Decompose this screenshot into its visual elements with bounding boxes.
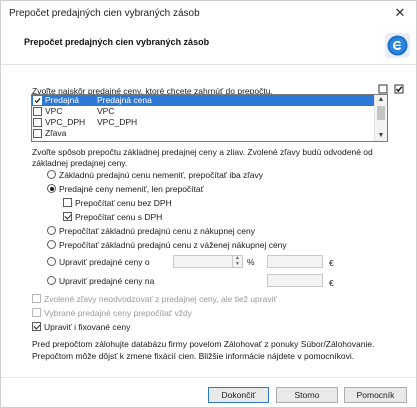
select-none-icon[interactable] bbox=[378, 84, 388, 94]
checkbox-indicator[interactable] bbox=[32, 308, 41, 317]
dialog-header: Prepočet predajných cien vybraných zásob bbox=[1, 25, 416, 65]
scroll-up-icon[interactable]: ▲ bbox=[375, 95, 387, 105]
checkbox-label: Upraviť i fixované ceny bbox=[44, 322, 131, 332]
radio-label: Prepočítať základnú predajnú cenu z náku… bbox=[59, 226, 255, 236]
row-code: VPC bbox=[45, 106, 63, 116]
row-code: VPC_DPH bbox=[45, 117, 86, 127]
radio-indicator[interactable] bbox=[47, 170, 56, 179]
info-line-backup: Pred prepočtom zálohujte databázu firmy … bbox=[32, 339, 375, 349]
checkbox-indicator[interactable] bbox=[32, 294, 41, 303]
scroll-down-icon[interactable]: ▼ bbox=[375, 131, 387, 141]
help-button[interactable]: Pomocník bbox=[344, 387, 407, 403]
radio-indicator[interactable] bbox=[47, 184, 56, 193]
check-recalc-with-vat[interactable]: Prepočítať cenu s DPH bbox=[63, 212, 162, 223]
checkbox-label: Vybrané predajné ceny prepočítať vždy bbox=[44, 308, 192, 318]
radio-adjust-to[interactable]: Upraviť predajné ceny na bbox=[47, 276, 154, 287]
radio-indicator[interactable] bbox=[47, 276, 56, 285]
check-recalc-without-vat[interactable]: Prepočítať cenu bez DPH bbox=[63, 198, 172, 209]
adjust-amount-input[interactable] bbox=[267, 255, 323, 268]
spin-arrows-icon[interactable]: ▲ ▼ bbox=[232, 255, 242, 268]
method-description: Zvoľte spôsob prepočtu základnej predajn… bbox=[32, 147, 373, 168]
row-checkbox[interactable] bbox=[33, 118, 42, 127]
row-name: Predajná cena bbox=[97, 95, 152, 105]
price-list[interactable]: Predajná Predajná cena VPC VPC VPC_DPH V… bbox=[31, 94, 388, 142]
check-adjust-discounts[interactable]: Zvolené zľavy neodvodzovať z predajnej c… bbox=[32, 294, 277, 305]
footer-divider bbox=[1, 377, 416, 378]
currency-unit: € bbox=[329, 278, 334, 288]
cancel-button[interactable]: Storno bbox=[276, 387, 338, 403]
currency-unit: € bbox=[329, 258, 334, 268]
radio-label: Upraviť predajné ceny o bbox=[59, 257, 150, 267]
row-checkbox[interactable] bbox=[33, 107, 42, 116]
checkbox-label: Zvolené zľavy neodvodzovať z predajnej c… bbox=[44, 294, 277, 304]
radio-indicator[interactable] bbox=[47, 240, 56, 249]
percent-unit: % bbox=[247, 257, 255, 267]
radio-label: Prepočítať základnú predajnú cenu z váže… bbox=[59, 240, 287, 250]
title-bar: Prepočet predajných cien vybraných zásob… bbox=[1, 1, 416, 25]
logo-icon bbox=[385, 33, 410, 58]
radio-label: Základnú predajnú cenu nemeniť, prepočít… bbox=[59, 170, 264, 180]
radio-label: Upraviť predajné ceny na bbox=[59, 276, 155, 286]
check-adjust-fixed[interactable]: Upraviť i fixované ceny bbox=[32, 322, 130, 333]
dialog-window: Prepočet predajných cien vybraných zásob… bbox=[0, 0, 417, 408]
radio-from-weighted-price[interactable]: Prepočítať základnú predajnú cenu z váže… bbox=[47, 240, 287, 251]
radio-indicator[interactable] bbox=[47, 257, 56, 266]
radio-label: Predajné ceny nemeniť, len prepočítať bbox=[59, 184, 204, 194]
info-line-fixation: Prepočtom môže dôjsť k zmene fixácií cie… bbox=[32, 351, 355, 361]
row-code: Predajná bbox=[45, 95, 80, 105]
header-title: Prepočet predajných cien vybraných zásob bbox=[24, 37, 210, 47]
checkbox-indicator[interactable] bbox=[32, 322, 41, 331]
list-scrollbar[interactable]: ▲ ▼ bbox=[374, 95, 387, 141]
radio-adjust-by[interactable]: Upraviť predajné ceny o bbox=[47, 257, 150, 268]
finish-button[interactable]: Dokončiť bbox=[208, 387, 269, 403]
radio-indicator[interactable] bbox=[47, 226, 56, 235]
select-all-icon[interactable] bbox=[394, 84, 404, 94]
list-item[interactable]: Predajná Predajná cena bbox=[32, 95, 374, 106]
radio-keep-base-price[interactable]: Základnú predajnú cenu nemeniť, prepočít… bbox=[47, 170, 263, 181]
checkbox-indicator[interactable] bbox=[63, 212, 72, 221]
adjust-to-input[interactable] bbox=[267, 274, 323, 287]
list-item[interactable]: Zľava bbox=[32, 128, 374, 139]
check-recalc-always[interactable]: Vybrané predajné ceny prepočítať vždy bbox=[32, 308, 192, 319]
adjust-percent-input[interactable]: ▲ ▼ bbox=[173, 255, 243, 268]
row-checkbox[interactable] bbox=[33, 129, 42, 138]
radio-keep-prices[interactable]: Predajné ceny nemeniť, len prepočítať bbox=[47, 184, 204, 195]
list-item[interactable]: VPC_DPH VPC_DPH bbox=[32, 117, 374, 128]
row-name: VPC bbox=[97, 106, 115, 116]
row-checkbox[interactable] bbox=[33, 96, 42, 105]
selection-icons bbox=[374, 83, 404, 94]
checkbox-label: Prepočítať cenu bez DPH bbox=[75, 198, 172, 208]
window-title: Prepočet predajných cien vybraných zásob bbox=[9, 8, 200, 19]
row-name: VPC_DPH bbox=[97, 117, 138, 127]
list-item[interactable]: VPC VPC bbox=[32, 106, 374, 117]
scroll-thumb[interactable] bbox=[377, 106, 385, 120]
radio-from-purchase-price[interactable]: Prepočítať základnú predajnú cenu z náku… bbox=[47, 226, 255, 237]
info-text: Pred prepočtom zálohujte databázu firmy … bbox=[32, 338, 374, 362]
checkbox-label: Prepočítať cenu s DPH bbox=[75, 212, 163, 222]
checkbox-indicator[interactable] bbox=[63, 198, 72, 207]
row-code: Zľava bbox=[45, 128, 67, 138]
close-icon[interactable]: ✕ bbox=[392, 5, 408, 21]
